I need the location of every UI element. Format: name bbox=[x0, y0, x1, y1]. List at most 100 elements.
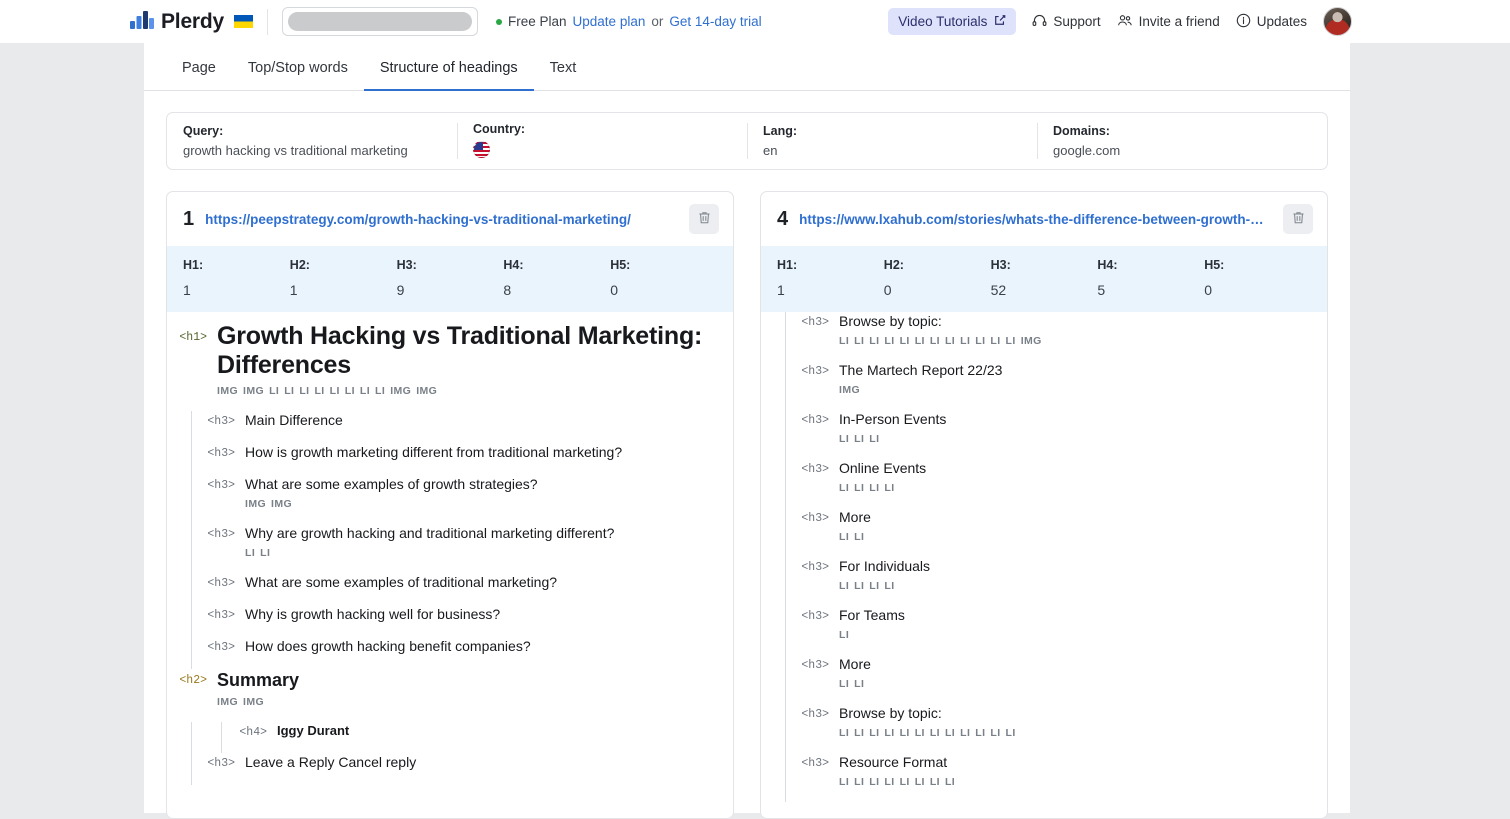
heading-node-body: For Teams LI bbox=[829, 606, 1313, 655]
child-tag-chip: LI bbox=[990, 727, 1001, 739]
tab-structure-of-headings[interactable]: Structure of headings bbox=[363, 60, 534, 91]
heading-tag-column: <h3> bbox=[801, 606, 829, 655]
child-tag-chip: LI bbox=[899, 335, 910, 347]
child-tag-chip: LI bbox=[990, 335, 1001, 347]
meta-query: Query: growth hacking vs traditional mar… bbox=[167, 113, 457, 169]
child-tag-chip: LI bbox=[284, 385, 295, 397]
child-tag-chip: LI bbox=[869, 580, 880, 592]
heading-text: What are some examples of traditional ma… bbox=[245, 574, 558, 590]
search-input[interactable] bbox=[282, 7, 478, 36]
updates-label: Updates bbox=[1256, 14, 1307, 29]
heading-node-body: For Individuals LI LI LI LI bbox=[829, 557, 1313, 606]
heading-tag-label: <h3> bbox=[207, 757, 235, 770]
tree-guide-line bbox=[785, 753, 786, 802]
support-link[interactable]: Support bbox=[1032, 13, 1101, 31]
child-tag-chip: LI bbox=[839, 678, 850, 690]
invite-friend-link[interactable]: Invite a friend bbox=[1117, 13, 1220, 31]
heading-node: <h3> Leave a Reply Cancel reply bbox=[181, 753, 719, 785]
child-tag-chip: IMG bbox=[245, 498, 267, 510]
heading-count-label: H2: bbox=[289, 258, 310, 272]
tab-text[interactable]: Text bbox=[534, 60, 593, 91]
heading-tag-label: <h4> bbox=[239, 726, 267, 739]
heading-node-body: More LI LI bbox=[829, 508, 1313, 557]
heading-count-label: H4: bbox=[1097, 258, 1118, 272]
video-tutorials-button[interactable]: Video Tutorials bbox=[888, 8, 1017, 35]
heading-node-body: Why are growth hacking and traditional m… bbox=[235, 524, 719, 573]
child-tag-chip: LI bbox=[344, 385, 355, 397]
meta-query-label: Query: bbox=[183, 124, 224, 138]
get-trial-link[interactable]: Get 14-day trial bbox=[669, 14, 761, 29]
heading-node: <h3> For Individuals LI LI LI LI bbox=[775, 557, 1313, 606]
heading-child-tags: IMG IMG bbox=[217, 696, 719, 708]
headings-tree[interactable]: <h3> Browse by topic: LI LI LI LI LI LI LI LI LI LI… bbox=[761, 312, 1327, 810]
child-tag-chip: LI bbox=[329, 385, 340, 397]
headings-tree[interactable]: <h1> Growth Hacking vs Traditional Market… bbox=[167, 312, 733, 810]
heading-tag-label: <h2> bbox=[179, 674, 207, 687]
trash-icon bbox=[697, 210, 712, 229]
heading-count-h3: H3: 52 bbox=[991, 258, 1098, 298]
child-tag-chip: LI bbox=[314, 385, 325, 397]
heading-text: Summary bbox=[217, 670, 300, 690]
child-tag-chip: LI bbox=[854, 580, 865, 592]
heading-count-label: H2: bbox=[883, 258, 904, 272]
child-tag-chip: LI bbox=[869, 433, 880, 445]
heading-tag-column: <h1> bbox=[179, 322, 207, 411]
child-tag-chip: IMG bbox=[1020, 335, 1042, 347]
heading-count-value: 9 bbox=[396, 282, 405, 298]
heading-tag-label: <h3> bbox=[801, 757, 829, 770]
heading-node-body: What are some examples of growth strateg… bbox=[235, 475, 719, 524]
heading-count-h1: H1: 1 bbox=[183, 258, 290, 298]
heading-tag-column: <h3> bbox=[207, 475, 235, 524]
heading-node: <h4> Iggy Durant bbox=[181, 722, 719, 753]
heading-text: Main Difference bbox=[245, 412, 343, 428]
meta-domains-value: google.com bbox=[1053, 143, 1121, 158]
heading-tag-column: <h3> bbox=[207, 753, 235, 785]
heading-tag-label: <h3> bbox=[801, 512, 829, 525]
headset-icon bbox=[1032, 13, 1047, 31]
result-url-link[interactable]: https://www.lxahub.com/stories/whats-the… bbox=[799, 212, 1272, 227]
result-card-header: 1 https://peepstrategy.com/growth-hacking… bbox=[167, 192, 733, 246]
heading-count-h5: H5: 0 bbox=[1204, 258, 1311, 298]
heading-node: <h3> How does growth hacking benefit comp… bbox=[181, 637, 719, 669]
meta-lang-label: Lang: bbox=[763, 124, 798, 138]
heading-node: <h3> Online Events LI LI LI LI bbox=[775, 459, 1313, 508]
tab-page[interactable]: Page bbox=[166, 60, 232, 91]
brand-logo[interactable]: Plerdy bbox=[130, 9, 253, 34]
heading-tag-column: <h3> bbox=[207, 524, 235, 573]
tree-guide-line bbox=[785, 655, 786, 704]
child-tag-chip: LI bbox=[884, 482, 895, 494]
heading-text: For Individuals bbox=[839, 558, 931, 574]
heading-count-value: 1 bbox=[289, 282, 298, 298]
heading-node-body: Leave a Reply Cancel reply bbox=[235, 753, 719, 785]
heading-count-value: 1 bbox=[183, 282, 191, 298]
heading-child-tags: LI LI LI bbox=[839, 433, 1313, 445]
child-tag-chip: LI bbox=[839, 335, 850, 347]
update-plan-link[interactable]: Update plan bbox=[573, 14, 646, 29]
meta-country-value bbox=[473, 140, 731, 161]
heading-tag-column: <h3> bbox=[801, 312, 829, 361]
child-tag-chip: LI bbox=[899, 776, 910, 788]
result-url-link[interactable]: https://peepstrategy.com/growth-hacking-… bbox=[205, 212, 678, 227]
delete-result-button[interactable] bbox=[689, 204, 719, 234]
child-tag-chip: LI bbox=[854, 482, 865, 494]
delete-result-button[interactable] bbox=[1283, 204, 1313, 234]
child-tag-chip: LI bbox=[869, 335, 880, 347]
updates-link[interactable]: Updates bbox=[1236, 13, 1307, 31]
brand-name: Plerdy bbox=[161, 9, 224, 33]
heading-count-value: 5 bbox=[1097, 282, 1106, 298]
heading-node-body: What are some examples of traditional ma… bbox=[235, 573, 719, 605]
avatar[interactable] bbox=[1323, 7, 1352, 36]
child-tag-chip: IMG bbox=[217, 385, 239, 397]
heading-tag-label: <h3> bbox=[801, 316, 829, 329]
heading-count-label: H5: bbox=[610, 258, 631, 272]
meta-domains-label: Domains: bbox=[1053, 124, 1110, 138]
heading-child-tags: LI LI bbox=[245, 547, 719, 559]
child-tag-chip: LI bbox=[854, 335, 865, 347]
tree-guide-line bbox=[785, 410, 786, 459]
child-tag-chip: IMG bbox=[416, 385, 438, 397]
heading-text: More bbox=[839, 656, 871, 672]
heading-tag-column: <h3> bbox=[207, 573, 235, 605]
heading-tag-column: <h3> bbox=[801, 655, 829, 704]
child-tag-chip: LI bbox=[839, 531, 850, 543]
tab-top-stop-words[interactable]: Top/Stop words bbox=[232, 60, 364, 91]
